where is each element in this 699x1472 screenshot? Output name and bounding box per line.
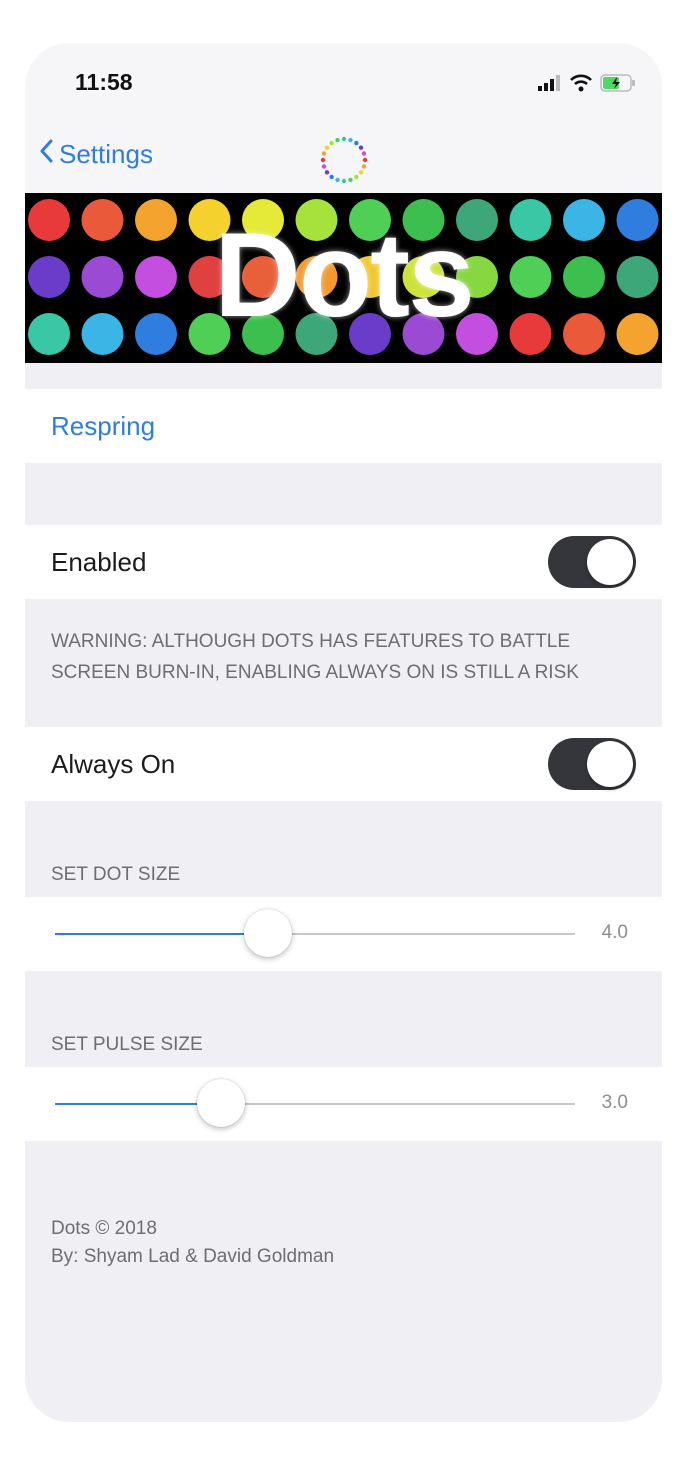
pulse-size-header: SET PULSE SIZE [51,1034,203,1055]
status-time: 11:58 [75,69,133,95]
chevron-left-icon [39,139,53,170]
back-label: Settings [59,139,153,169]
dot-size-slider-row: 4.0 [25,897,662,971]
ring-dot [321,151,327,156]
respring-button[interactable]: Respring [51,411,155,442]
ring-dot [341,136,347,142]
ring-dot [320,157,326,163]
toggle-knob [587,539,633,585]
always-on-toggle[interactable] [548,738,636,790]
ring-dot [354,140,359,146]
ring-dot [341,178,347,184]
dot-size-value: 4.0 [601,922,628,943]
battery-charging-icon [600,73,636,97]
wifi-icon [570,74,592,97]
ring-dot [335,177,340,183]
authors-line: By: Shyam Lad & David Goldman [51,1246,335,1267]
enabled-row: Enabled [25,525,662,599]
dots-ring-icon [317,133,371,192]
slider-thumb[interactable] [244,909,293,957]
enabled-toggle[interactable] [548,536,636,588]
ring-dot [329,174,334,180]
ring-dot [324,145,330,150]
ring-dot [361,151,367,156]
ring-dot [348,177,353,183]
status-icons [538,73,636,97]
dot-size-slider[interactable] [55,909,575,957]
ring-dot [358,170,364,175]
pulse-size-slider-row: 3.0 [25,1067,662,1141]
ring-dot [321,164,327,169]
ring-dot [324,170,330,175]
back-button[interactable]: Settings [39,139,153,170]
phone-screen: 11:58 Settings Dots Respring Enabled WAR… [25,43,662,1422]
status-bar: 11:58 [25,43,662,123]
banner-title: Dots [214,208,475,342]
ring-dot [354,174,359,180]
signal-bars-icon [538,74,562,96]
ring-dot [348,137,353,143]
slider-thumb[interactable] [197,1079,246,1127]
slider-fill [55,933,269,935]
always-on-row: Always On [25,727,662,801]
copyright-line: Dots © 2018 [51,1218,157,1239]
ring-dot [335,137,340,143]
dots-banner: Dots [25,193,662,363]
respring-cell[interactable]: Respring [25,389,662,463]
pulse-size-value: 3.0 [601,1092,628,1113]
warning-text: WARNING: ALTHOUGH DOTS HAS FEATURES TO B… [51,631,579,683]
ring-dot [329,140,334,146]
pulse-size-slider[interactable] [55,1079,575,1127]
toggle-knob [587,741,633,787]
ring-dot [362,157,368,163]
credits: Dots © 2018 By: Shyam Lad & David Goldma… [51,1215,334,1271]
navigation-bar: Settings [25,123,662,193]
ring-dot [358,145,364,150]
dot-size-header: SET DOT SIZE [51,864,181,885]
ring-dot [361,164,367,169]
enabled-label: Enabled [51,547,147,577]
always-on-label: Always On [51,749,176,779]
